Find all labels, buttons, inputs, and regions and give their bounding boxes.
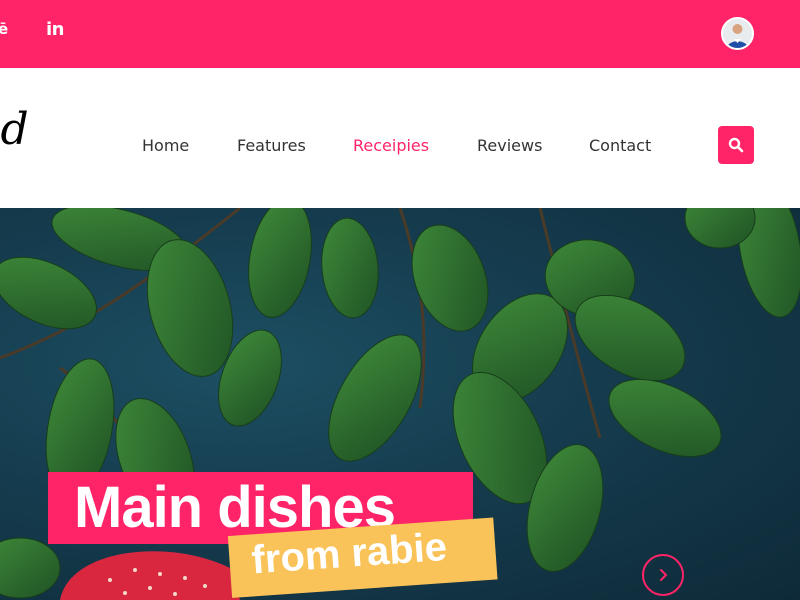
site-header: od Home Features Receipies Reviews Conta… — [0, 68, 800, 208]
search-icon — [728, 137, 744, 153]
hero-subtitle: from rabie — [250, 524, 449, 583]
nav-item-reviews[interactable]: Reviews — [477, 136, 542, 155]
search-button[interactable] — [718, 126, 754, 164]
chevron-right-icon — [660, 569, 667, 581]
nav-item-home[interactable]: Home — [142, 136, 189, 155]
avatar[interactable] — [721, 17, 754, 50]
top-bar: ē in — [0, 0, 800, 68]
main-nav: Home Features Receipies Reviews Contact — [0, 68, 800, 208]
strawberry-image — [60, 551, 240, 600]
nav-item-receipies[interactable]: Receipies — [353, 136, 429, 155]
carousel-next-button[interactable] — [642, 554, 684, 596]
hero-banner: Main dishes from rabie — [0, 208, 800, 600]
social-icon-partial[interactable]: ē — [0, 20, 8, 38]
nav-item-contact[interactable]: Contact — [589, 136, 651, 155]
linkedin-icon[interactable]: in — [46, 19, 64, 40]
nav-item-features[interactable]: Features — [237, 136, 306, 155]
